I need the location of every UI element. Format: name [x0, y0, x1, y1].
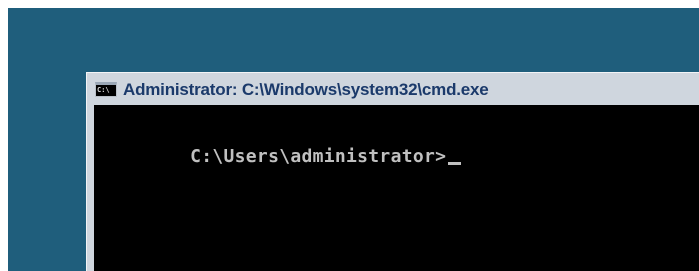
- text-cursor: [448, 162, 462, 165]
- desktop-background: C:\ Administrator: C:\Windows\system32\c…: [8, 8, 699, 271]
- cmd-window[interactable]: C:\ Administrator: C:\Windows\system32\c…: [86, 72, 699, 271]
- command-prompt-line[interactable]: C:\Users\administrator>: [101, 125, 462, 188]
- prompt-text: C:\Users\administrator>: [190, 146, 447, 167]
- cmd-icon[interactable]: C:\: [95, 82, 117, 97]
- window-title: Administrator: C:\Windows\system32\cmd.e…: [123, 79, 489, 99]
- title-bar[interactable]: C:\ Administrator: C:\Windows\system32\c…: [90, 76, 699, 103]
- console-area[interactable]: C:\Users\administrator>: [94, 105, 699, 271]
